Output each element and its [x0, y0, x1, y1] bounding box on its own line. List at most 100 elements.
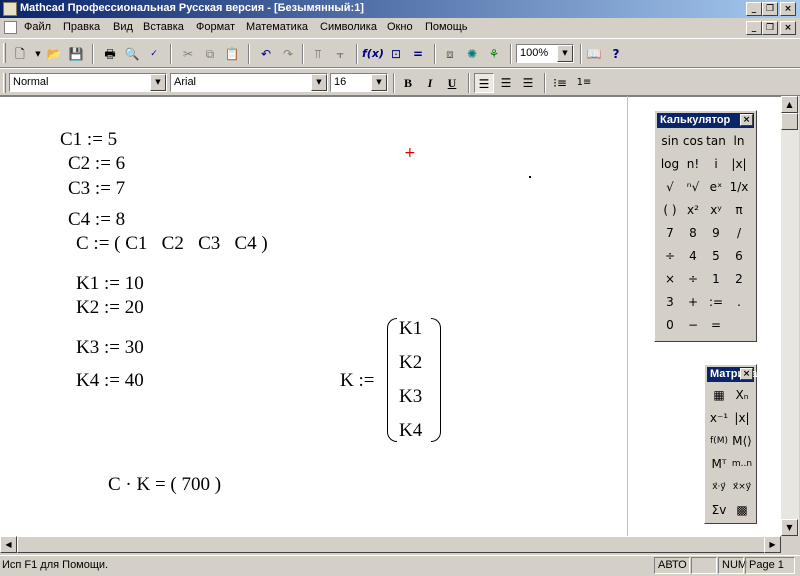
- menu-math[interactable]: Математика: [246, 21, 308, 33]
- calculator-key[interactable]: −: [682, 314, 704, 336]
- matrix-palette-key[interactable]: x⃗·y⃗: [708, 476, 730, 498]
- matrix-palette-key[interactable]: ▩: [731, 499, 753, 521]
- insert-component-icon[interactable]: ⧈: [440, 44, 460, 64]
- underline-button[interactable]: U: [442, 73, 462, 93]
- open-folder-icon[interactable]: 📂: [44, 44, 64, 64]
- calculator-key[interactable]: ×: [659, 268, 681, 290]
- toolbar-grip[interactable]: [3, 43, 6, 63]
- calculator-key[interactable]: x²: [682, 199, 704, 221]
- calculator-key[interactable]: =: [705, 314, 727, 336]
- close-icon[interactable]: ×: [740, 114, 753, 126]
- menu-help[interactable]: Помощь: [425, 21, 468, 33]
- calculator-key[interactable]: √: [659, 176, 681, 198]
- spell-check-icon[interactable]: ✓: [144, 44, 164, 64]
- menu-symbolics[interactable]: Символика: [320, 21, 377, 33]
- matrix-palette-key[interactable]: Σv: [708, 499, 730, 521]
- cut-icon[interactable]: ✂: [178, 44, 198, 64]
- menu-insert[interactable]: Вставка: [143, 21, 184, 33]
- new-document-icon[interactable]: 🗋: [10, 44, 30, 64]
- resource-center-icon[interactable]: ✺: [462, 44, 482, 64]
- scroll-down-icon[interactable]: ▼: [781, 519, 798, 536]
- calculate-icon[interactable]: =: [408, 44, 428, 64]
- style-select[interactable]: Normal ▼: [9, 73, 167, 92]
- resource-book-icon[interactable]: 📖: [584, 44, 604, 64]
- font-dropdown-icon[interactable]: ▼: [311, 74, 327, 91]
- calculator-key[interactable]: xʸ: [705, 199, 727, 221]
- c3-definition[interactable]: C3 := 7: [68, 178, 125, 200]
- matrix-palette-key[interactable]: ▦: [708, 384, 730, 406]
- title-bar[interactable]: Mathcad Профессиональная Русская версия …: [0, 0, 800, 18]
- menu-window[interactable]: Окно: [387, 21, 413, 33]
- maximize-button[interactable]: ❐: [762, 2, 778, 16]
- matrix-palette-key[interactable]: Xₙ: [731, 384, 753, 406]
- calculator-key[interactable]: eˣ: [705, 176, 727, 198]
- calculator-key[interactable]: .: [728, 291, 750, 313]
- calculator-key[interactable]: 8: [682, 222, 704, 244]
- calculator-key[interactable]: π: [728, 199, 750, 221]
- c2-definition[interactable]: C2 := 6: [68, 153, 125, 175]
- menu-edit[interactable]: Правка: [63, 21, 100, 33]
- calculator-title-bar[interactable]: Калькулятор ×: [657, 113, 754, 128]
- calculator-key[interactable]: sin: [659, 130, 681, 152]
- calculator-key[interactable]: 0: [659, 314, 681, 336]
- c-vector-definition[interactable]: C := ( C1 C2 C3 C4 ): [76, 233, 268, 255]
- calculator-key[interactable]: ( ): [659, 199, 681, 221]
- dot-product-result[interactable]: C · K = ( 700 ): [108, 474, 221, 496]
- k-matrix-definition[interactable]: K :=: [340, 370, 374, 392]
- close-button[interactable]: ×: [780, 2, 796, 16]
- calculator-key[interactable]: :=: [705, 291, 727, 313]
- calculator-key[interactable]: ln: [728, 130, 750, 152]
- calculator-key[interactable]: ÷: [659, 245, 681, 267]
- minimize-button[interactable]: _: [746, 2, 762, 16]
- calculator-key[interactable]: 9: [705, 222, 727, 244]
- zoom-dropdown-icon[interactable]: ▼: [557, 45, 573, 62]
- calculator-palette[interactable]: Калькулятор × sin cos tan ln log n! i |x| √ ⁿ√ eˣ 1…: [654, 110, 757, 342]
- component-wizard-icon[interactable]: ⚘: [484, 44, 504, 64]
- insert-unit-icon[interactable]: ⊡: [386, 44, 406, 64]
- doc-close-button[interactable]: ×: [780, 21, 796, 35]
- doc-restore-button[interactable]: ❐: [762, 21, 778, 35]
- insert-function-icon[interactable]: f(x): [362, 44, 384, 64]
- document-icon[interactable]: [4, 21, 17, 34]
- calculator-key[interactable]: 1: [705, 268, 727, 290]
- scroll-right-icon[interactable]: ▶: [764, 536, 781, 553]
- k1-definition[interactable]: K1 := 10: [76, 273, 144, 295]
- vertical-scrollbar[interactable]: ▲ ▼: [781, 96, 799, 536]
- calculator-key[interactable]: 7: [659, 222, 681, 244]
- matrix-palette-title-bar[interactable]: Матрица ×: [707, 367, 757, 382]
- doc-minimize-button[interactable]: _: [746, 21, 762, 35]
- calculator-key[interactable]: log: [659, 153, 681, 175]
- toolbar-grip[interactable]: [3, 73, 6, 93]
- k4-definition[interactable]: K4 := 40: [76, 370, 144, 392]
- matrix-palette-key[interactable]: M⟨⟩: [731, 430, 753, 452]
- scroll-up-icon[interactable]: ▲: [781, 96, 798, 113]
- calculator-key[interactable]: cos: [682, 130, 704, 152]
- print-preview-icon[interactable]: 🔍: [122, 44, 142, 64]
- align-vertical-icon[interactable]: ⫟: [330, 44, 350, 64]
- k3-definition[interactable]: K3 := 30: [76, 337, 144, 359]
- calculator-key[interactable]: |x|: [728, 153, 750, 175]
- calculator-key[interactable]: 4: [682, 245, 704, 267]
- mathcad-app-icon[interactable]: [3, 2, 17, 16]
- numbered-list-icon[interactable]: 1≡: [574, 73, 594, 93]
- zoom-select[interactable]: 100% ▼: [516, 44, 574, 63]
- matrix-palette-key[interactable]: |x|: [731, 407, 753, 429]
- menu-format[interactable]: Формат: [196, 21, 235, 33]
- bullet-list-icon[interactable]: ⁝≡: [550, 73, 570, 93]
- undo-icon[interactable]: ↶: [256, 44, 276, 64]
- c4-definition[interactable]: C4 := 8: [68, 209, 125, 231]
- menu-file[interactable]: Файл: [24, 21, 51, 33]
- align-center-icon[interactable]: ☰: [496, 73, 516, 93]
- calculator-key[interactable]: ⁿ√: [682, 176, 704, 198]
- calculator-key[interactable]: 5: [705, 245, 727, 267]
- align-right-icon[interactable]: ☰: [518, 73, 538, 93]
- c1-definition[interactable]: C1 := 5: [60, 129, 117, 151]
- calculator-key[interactable]: 6: [728, 245, 750, 267]
- calculator-key[interactable]: /: [728, 222, 750, 244]
- style-dropdown-icon[interactable]: ▼: [150, 74, 166, 91]
- bold-button[interactable]: B: [398, 73, 418, 93]
- font-select[interactable]: Arial ▼: [170, 73, 328, 92]
- calculator-key[interactable]: i: [705, 153, 727, 175]
- vertical-scroll-thumb[interactable]: [781, 113, 798, 130]
- calculator-key[interactable]: tan: [705, 130, 727, 152]
